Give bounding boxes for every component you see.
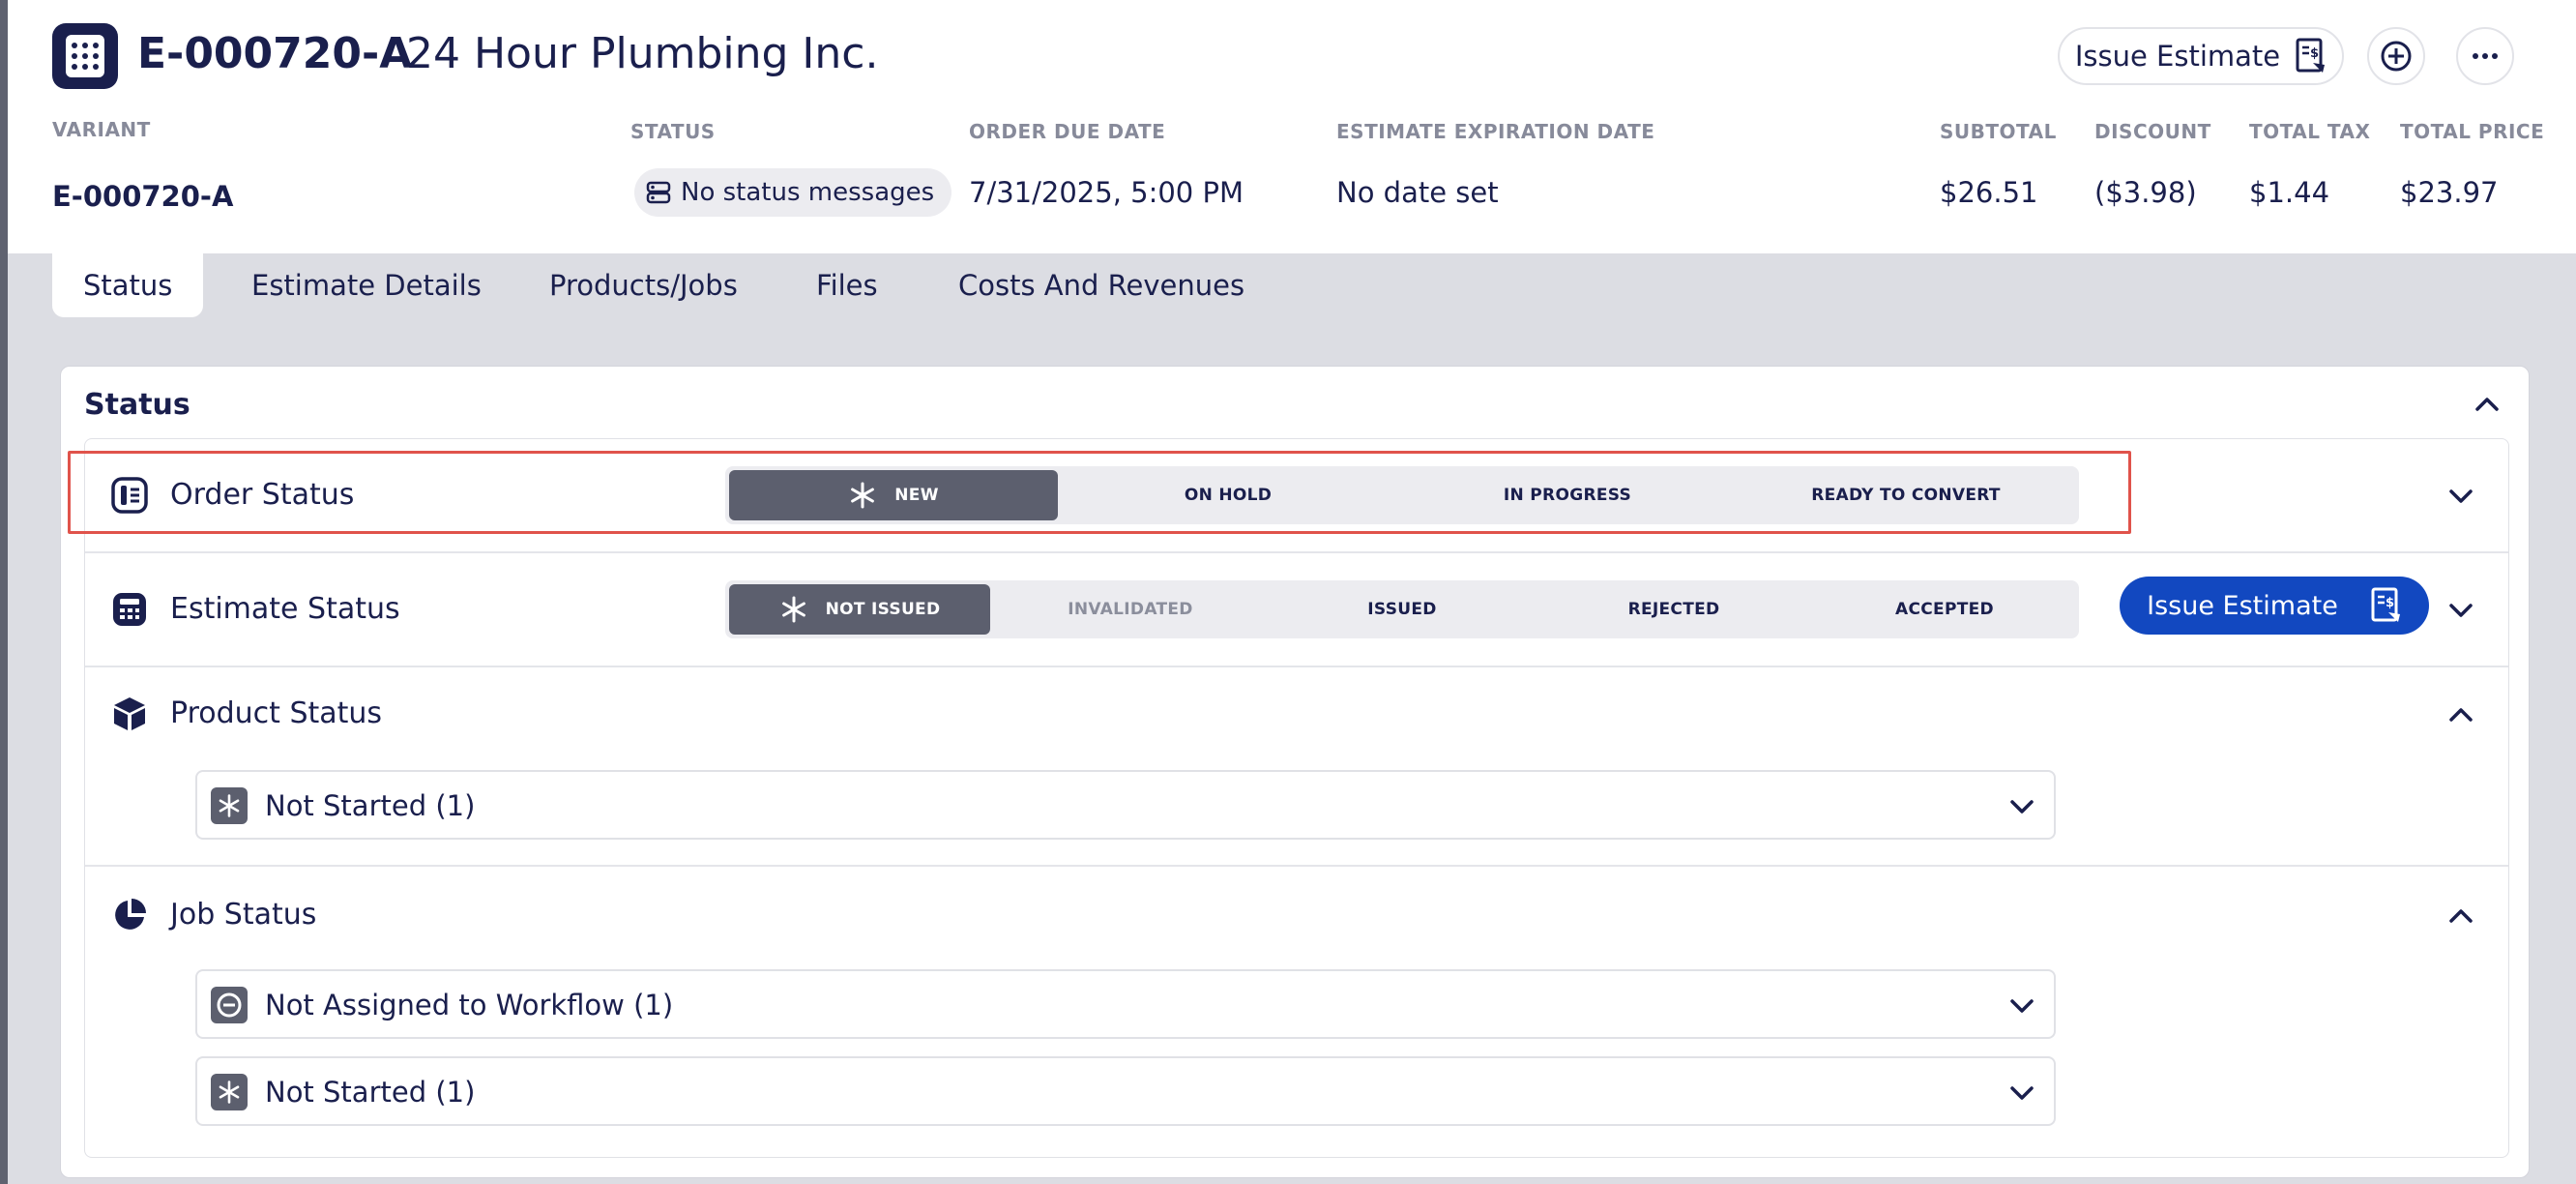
order-status-section: Order Status NEW ON HOLD IN PROGRESS REA…	[85, 439, 2508, 553]
estimate-status-option-label: NOT ISSUED	[825, 600, 941, 619]
estimate-status-option-issued[interactable]: ISSUED	[1271, 584, 1534, 635]
status-card: Status Order Status NEW ON HOLD IN PROGR…	[60, 366, 2530, 1178]
estimate-expiration-value: No date set	[1336, 176, 1499, 209]
tab-costs-and-revenues[interactable]: Costs And Revenues	[958, 253, 1244, 317]
order-status-option-in-progress[interactable]: IN PROGRESS	[1398, 470, 1737, 520]
cube-icon	[110, 695, 149, 733]
chevron-up-icon	[2475, 398, 2499, 411]
tab-bar: Status Estimate Details Products/Jobs Fi…	[8, 253, 2576, 340]
estimate-status-option-rejected[interactable]: REJECTED	[1534, 584, 1814, 635]
total-price-value: $23.97	[2400, 176, 2499, 209]
estimate-status-option-invalidated[interactable]: INVALIDATED	[990, 584, 1271, 635]
estimate-status-selector: NOT ISSUED INVALIDATED ISSUED REJECTED A…	[725, 580, 2079, 638]
calculator-icon	[52, 23, 118, 89]
order-header: E-000720-A 24 Hour Plumbing Inc. Issue E…	[8, 0, 2576, 253]
issue-estimate-button[interactable]: Issue Estimate $	[2120, 577, 2429, 635]
columns-icon	[110, 476, 149, 515]
chevron-down-icon	[2449, 489, 2473, 503]
company-name: 24 Hour Plumbing Inc.	[406, 29, 879, 78]
collapse-status-card-button[interactable]	[2473, 390, 2502, 419]
status-card-title: Status	[84, 388, 190, 422]
chevron-down-icon	[2007, 992, 2036, 1021]
chevron-down-icon	[2449, 604, 2473, 617]
estimate-status-title: Estimate Status	[170, 592, 400, 626]
svg-text:$: $	[2386, 596, 2394, 610]
asterisk-icon	[781, 596, 805, 623]
order-status-title: Order Status	[170, 478, 355, 512]
order-due-date-label: ORDER DUE DATE	[969, 120, 1166, 143]
pie-chart-icon	[110, 896, 149, 934]
job-status-title: Job Status	[170, 898, 317, 932]
product-status-title: Product Status	[170, 696, 383, 730]
expand-order-status-button[interactable]	[2446, 482, 2475, 511]
asterisk-icon	[851, 482, 875, 509]
job-status-section: Job Status Not Assigned to Workflow (1) …	[85, 867, 2508, 1157]
status-value: No status messages	[681, 178, 935, 207]
total-tax-label: TOTAL TAX	[2249, 120, 2371, 143]
tab-products-jobs[interactable]: Products/Jobs	[549, 253, 738, 317]
status-sections: Order Status NEW ON HOLD IN PROGRESS REA…	[84, 438, 2509, 1158]
variant-value: E-000720-A	[52, 180, 234, 213]
chevron-down-icon	[2007, 1079, 2036, 1108]
tab-status[interactable]: Status	[52, 253, 204, 317]
variant-label: VARIANT	[52, 118, 151, 141]
discount-label: DISCOUNT	[2094, 120, 2211, 143]
issue-estimate-header-button[interactable]: Issue Estimate $	[2058, 27, 2344, 85]
order-status-selector: NEW ON HOLD IN PROGRESS READY TO CONVERT	[725, 466, 2079, 524]
estimate-status-section: Estimate Status NOT ISSUED INVALIDATED I…	[85, 553, 2508, 667]
chevron-down-icon	[2007, 792, 2036, 821]
issue-estimate-label: Issue Estimate	[2074, 40, 2281, 73]
product-status-row-label: Not Started (1)	[265, 789, 476, 822]
invoice-icon: $	[2296, 38, 2326, 73]
status-label: STATUS	[630, 120, 716, 143]
expand-estimate-status-button[interactable]	[2446, 596, 2475, 625]
order-status-option-ready-to-convert[interactable]: READY TO CONVERT	[1737, 470, 2075, 520]
estimate-expiration-label: ESTIMATE EXPIRATION DATE	[1336, 120, 1655, 143]
left-rail	[0, 0, 8, 1184]
asterisk-icon	[211, 787, 248, 824]
collapse-product-status-button[interactable]	[2446, 700, 2475, 729]
estimate-status-option-accepted[interactable]: ACCEPTED	[1814, 584, 2075, 635]
job-status-row-not-started[interactable]: Not Started (1)	[195, 1056, 2056, 1126]
more-options-button[interactable]	[2456, 27, 2514, 85]
calculator-icon	[110, 590, 149, 629]
order-status-option-on-hold[interactable]: ON HOLD	[1058, 470, 1398, 520]
discount-value: ($3.98)	[2094, 176, 2197, 209]
job-status-row-label: Not Assigned to Workflow (1)	[265, 989, 674, 1021]
subtotal-value: $26.51	[1940, 176, 2038, 209]
invoice-icon: $	[2371, 587, 2400, 622]
plus-circle-icon	[2381, 41, 2412, 72]
asterisk-icon	[211, 1074, 248, 1110]
order-id: E-000720-A	[137, 29, 413, 78]
minus-circle-icon	[211, 987, 248, 1023]
order-status-option-new[interactable]: NEW	[729, 470, 1058, 520]
issue-estimate-button-label: Issue Estimate	[2147, 590, 2338, 621]
job-status-row-label: Not Started (1)	[265, 1076, 476, 1109]
order-due-date-value: 7/31/2025, 5:00 PM	[969, 176, 1244, 209]
product-status-section: Product Status Not Started (1)	[85, 667, 2508, 867]
ellipsis-icon	[2473, 53, 2498, 59]
total-price-label: TOTAL PRICE	[2400, 120, 2545, 143]
add-circle-button[interactable]	[2367, 27, 2425, 85]
tab-estimate-details[interactable]: Estimate Details	[251, 253, 482, 317]
status-badge: No status messages	[634, 168, 952, 217]
svg-text:$: $	[2310, 46, 2319, 61]
chevron-up-icon	[2449, 909, 2473, 923]
job-status-row-not-assigned[interactable]: Not Assigned to Workflow (1)	[195, 969, 2056, 1039]
order-status-option-label: NEW	[894, 486, 939, 505]
collapse-job-status-button[interactable]	[2446, 902, 2475, 931]
chevron-up-icon	[2449, 708, 2473, 722]
tab-files[interactable]: Files	[816, 253, 878, 317]
total-tax-value: $1.44	[2249, 176, 2330, 209]
status-messages-icon	[646, 181, 671, 204]
subtotal-label: SUBTOTAL	[1940, 120, 2057, 143]
estimate-status-option-not-issued[interactable]: NOT ISSUED	[729, 584, 990, 635]
product-status-row[interactable]: Not Started (1)	[195, 770, 2056, 840]
